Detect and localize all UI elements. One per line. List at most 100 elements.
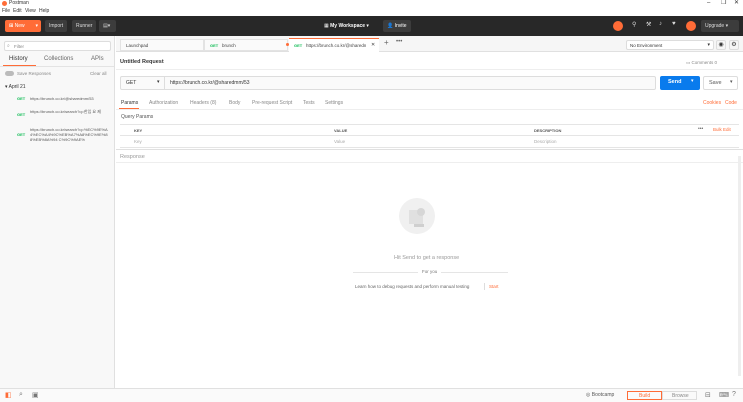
url-input[interactable]: https://brunch.co.kr/@sharedmm/53 xyxy=(170,80,250,86)
console-icon[interactable]: ▣ xyxy=(32,391,39,399)
history-item[interactable]: GET https://brunch.co.kr/@sharedmm/53 xyxy=(0,95,114,107)
method-select[interactable]: GET ▾ xyxy=(121,77,165,89)
save-label: Save xyxy=(709,80,722,86)
close-icon[interactable]: ✕ xyxy=(734,0,739,7)
new-window-icon: ▤▾ xyxy=(103,23,111,29)
workspace-label: My Workspace xyxy=(330,23,366,29)
history-item-url: https://brunch.co.kr/search?q=한입 요 제 xyxy=(30,109,101,114)
key-input[interactable]: Key xyxy=(134,139,142,144)
search-icon: ⌕ xyxy=(7,43,10,49)
method-badge: GET xyxy=(210,43,219,48)
send-button[interactable]: Send ▾ xyxy=(660,76,700,90)
browse-toggle[interactable]: Browse xyxy=(662,391,697,400)
invite-button[interactable]: 👤 Invite xyxy=(383,20,411,32)
divider xyxy=(116,69,743,70)
gear-icon[interactable]: ⚙ xyxy=(729,40,739,50)
subtab-pre-request-script[interactable]: Pre-request Script xyxy=(252,100,292,106)
import-button[interactable]: Import xyxy=(45,20,68,32)
clear-all-link[interactable]: Clear all xyxy=(90,71,107,76)
subtab-body[interactable]: Body xyxy=(229,100,240,106)
add-tab-icon[interactable]: + xyxy=(384,38,389,47)
response-header: Response xyxy=(116,149,743,163)
sync-icon[interactable] xyxy=(613,21,623,31)
two-pane-icon[interactable]: ⊟ xyxy=(705,391,711,399)
search-icon[interactable]: ⌕ xyxy=(19,391,23,399)
close-tab-icon[interactable]: ✕ xyxy=(371,42,375,48)
bell-icon[interactable]: ♪ xyxy=(659,21,662,27)
subtab-settings[interactable]: Settings xyxy=(325,100,343,106)
status-bar: ◧ ⌕ ▣ ◎ Bootcamp Build Browse ⊟ ⌨ ? xyxy=(0,388,743,402)
tab-active-request[interactable]: GET https://brunch.co.kr/@sharedm ✕ xyxy=(289,38,379,52)
avatar[interactable] xyxy=(686,21,696,31)
bootcamp-button[interactable]: ◎ Bootcamp xyxy=(586,392,614,398)
subtab-params[interactable]: Params xyxy=(121,100,138,106)
filter-input[interactable]: ⌕ Filter xyxy=(4,41,111,51)
history-item-url: https://brunch.co.kr/@sharedmm/53 xyxy=(30,96,94,101)
save-responses-toggle[interactable] xyxy=(5,71,14,76)
menu-view[interactable]: View xyxy=(25,7,36,16)
request-subtabs: Params Authorization Headers (8) Body Pr… xyxy=(116,98,743,110)
sidebar: ⌕ Filter History Collections APIs Save R… xyxy=(0,36,115,388)
new-button-label: New xyxy=(14,23,25,29)
tab-apis[interactable]: APIs xyxy=(91,56,104,62)
filter-placeholder: Filter xyxy=(14,44,24,49)
subtab-tests[interactable]: Tests xyxy=(303,100,315,106)
subtab-headers[interactable]: Headers (8) xyxy=(190,100,216,106)
history-group[interactable]: ▾ April 21 xyxy=(5,84,26,90)
tab-history[interactable]: History xyxy=(9,56,28,62)
bulk-edit-link[interactable]: Bulk Edit xyxy=(713,127,731,132)
history-group-label: April 21 xyxy=(8,84,26,90)
learn-link[interactable]: Learn how to debug requests and perform … xyxy=(355,284,469,289)
table-row: Key Value Description xyxy=(120,136,739,148)
wrench-icon[interactable]: ⚒ xyxy=(646,21,651,28)
sidebar-toggle-icon[interactable]: ◧ xyxy=(5,391,12,399)
tab-collections[interactable]: Collections xyxy=(44,56,73,62)
menu-file[interactable]: File xyxy=(2,7,10,16)
history-item[interactable]: GET https://brunch.co.kr/search?q=%EC%9E… xyxy=(0,126,114,148)
runner-button[interactable]: Runner xyxy=(72,20,97,32)
comments-button[interactable]: ▭ Comments 0 xyxy=(686,60,717,66)
upgrade-label: Upgrade xyxy=(705,23,725,29)
new-button[interactable]: ⊞ New ▾ xyxy=(5,20,41,32)
help-icon[interactable]: ? xyxy=(732,391,736,398)
scrollbar[interactable] xyxy=(738,156,741,376)
minimize-icon[interactable]: – xyxy=(707,0,710,7)
request-title[interactable]: Untitled Request xyxy=(120,59,164,65)
column-description: DESCRIPTION xyxy=(534,128,562,133)
url-bar: GET ▾ https://brunch.co.kr/@sharedmm/53 xyxy=(120,76,656,90)
satellite-icon[interactable]: ⚲ xyxy=(632,21,636,28)
tab-launchpad[interactable]: Launchpad xyxy=(120,39,204,51)
divider xyxy=(484,283,485,290)
more-tabs-icon[interactable]: ••• xyxy=(396,39,402,45)
menu-edit[interactable]: Edit xyxy=(13,7,22,16)
comments-label: Comments xyxy=(691,60,714,65)
eye-icon[interactable]: ◉ xyxy=(716,40,726,50)
heart-icon[interactable]: ♥ xyxy=(672,21,676,27)
rocket-illustration xyxy=(398,196,436,236)
table-header-row: KEY VALUE DESCRIPTION ••• Bulk Edit xyxy=(120,125,739,136)
new-window-button[interactable]: ▤▾ xyxy=(99,20,116,32)
value-input[interactable]: Value xyxy=(334,139,345,144)
description-input[interactable]: Description xyxy=(534,139,557,144)
chevron-down-icon: ▾ xyxy=(707,42,710,48)
workspace-switcher[interactable]: ▦ My Workspace ▾ xyxy=(320,20,373,32)
tab-brunch[interactable]: GET brunch xyxy=(204,39,288,51)
build-toggle[interactable]: Build xyxy=(627,391,662,400)
comments-count: 0 xyxy=(714,60,718,65)
keyboard-icon[interactable]: ⌨ xyxy=(719,391,729,399)
window-title: Postman xyxy=(9,0,29,6)
start-link[interactable]: Start xyxy=(489,284,499,289)
upgrade-button[interactable]: Upgrade ▾ xyxy=(701,20,739,32)
environment-select[interactable]: No Environment ▾ xyxy=(626,40,714,50)
cookies-link[interactable]: Cookies xyxy=(703,100,721,106)
method-selected: GET xyxy=(126,80,137,86)
code-link[interactable]: Code xyxy=(725,100,737,106)
app-header: ⊞ New ▾ Import Runner ▤▾ ▦ My Workspace … xyxy=(0,16,743,36)
response-label: Response xyxy=(120,154,145,160)
menu-help[interactable]: Help xyxy=(39,7,49,16)
subtab-authorization[interactable]: Authorization xyxy=(149,100,178,106)
save-button[interactable]: Save ▾ xyxy=(703,76,738,90)
maximize-icon[interactable]: ❐ xyxy=(721,0,726,7)
history-item[interactable]: GET https://brunch.co.kr/search?q=한입 요 제 xyxy=(0,108,114,122)
more-options-icon[interactable]: ••• xyxy=(698,126,703,132)
